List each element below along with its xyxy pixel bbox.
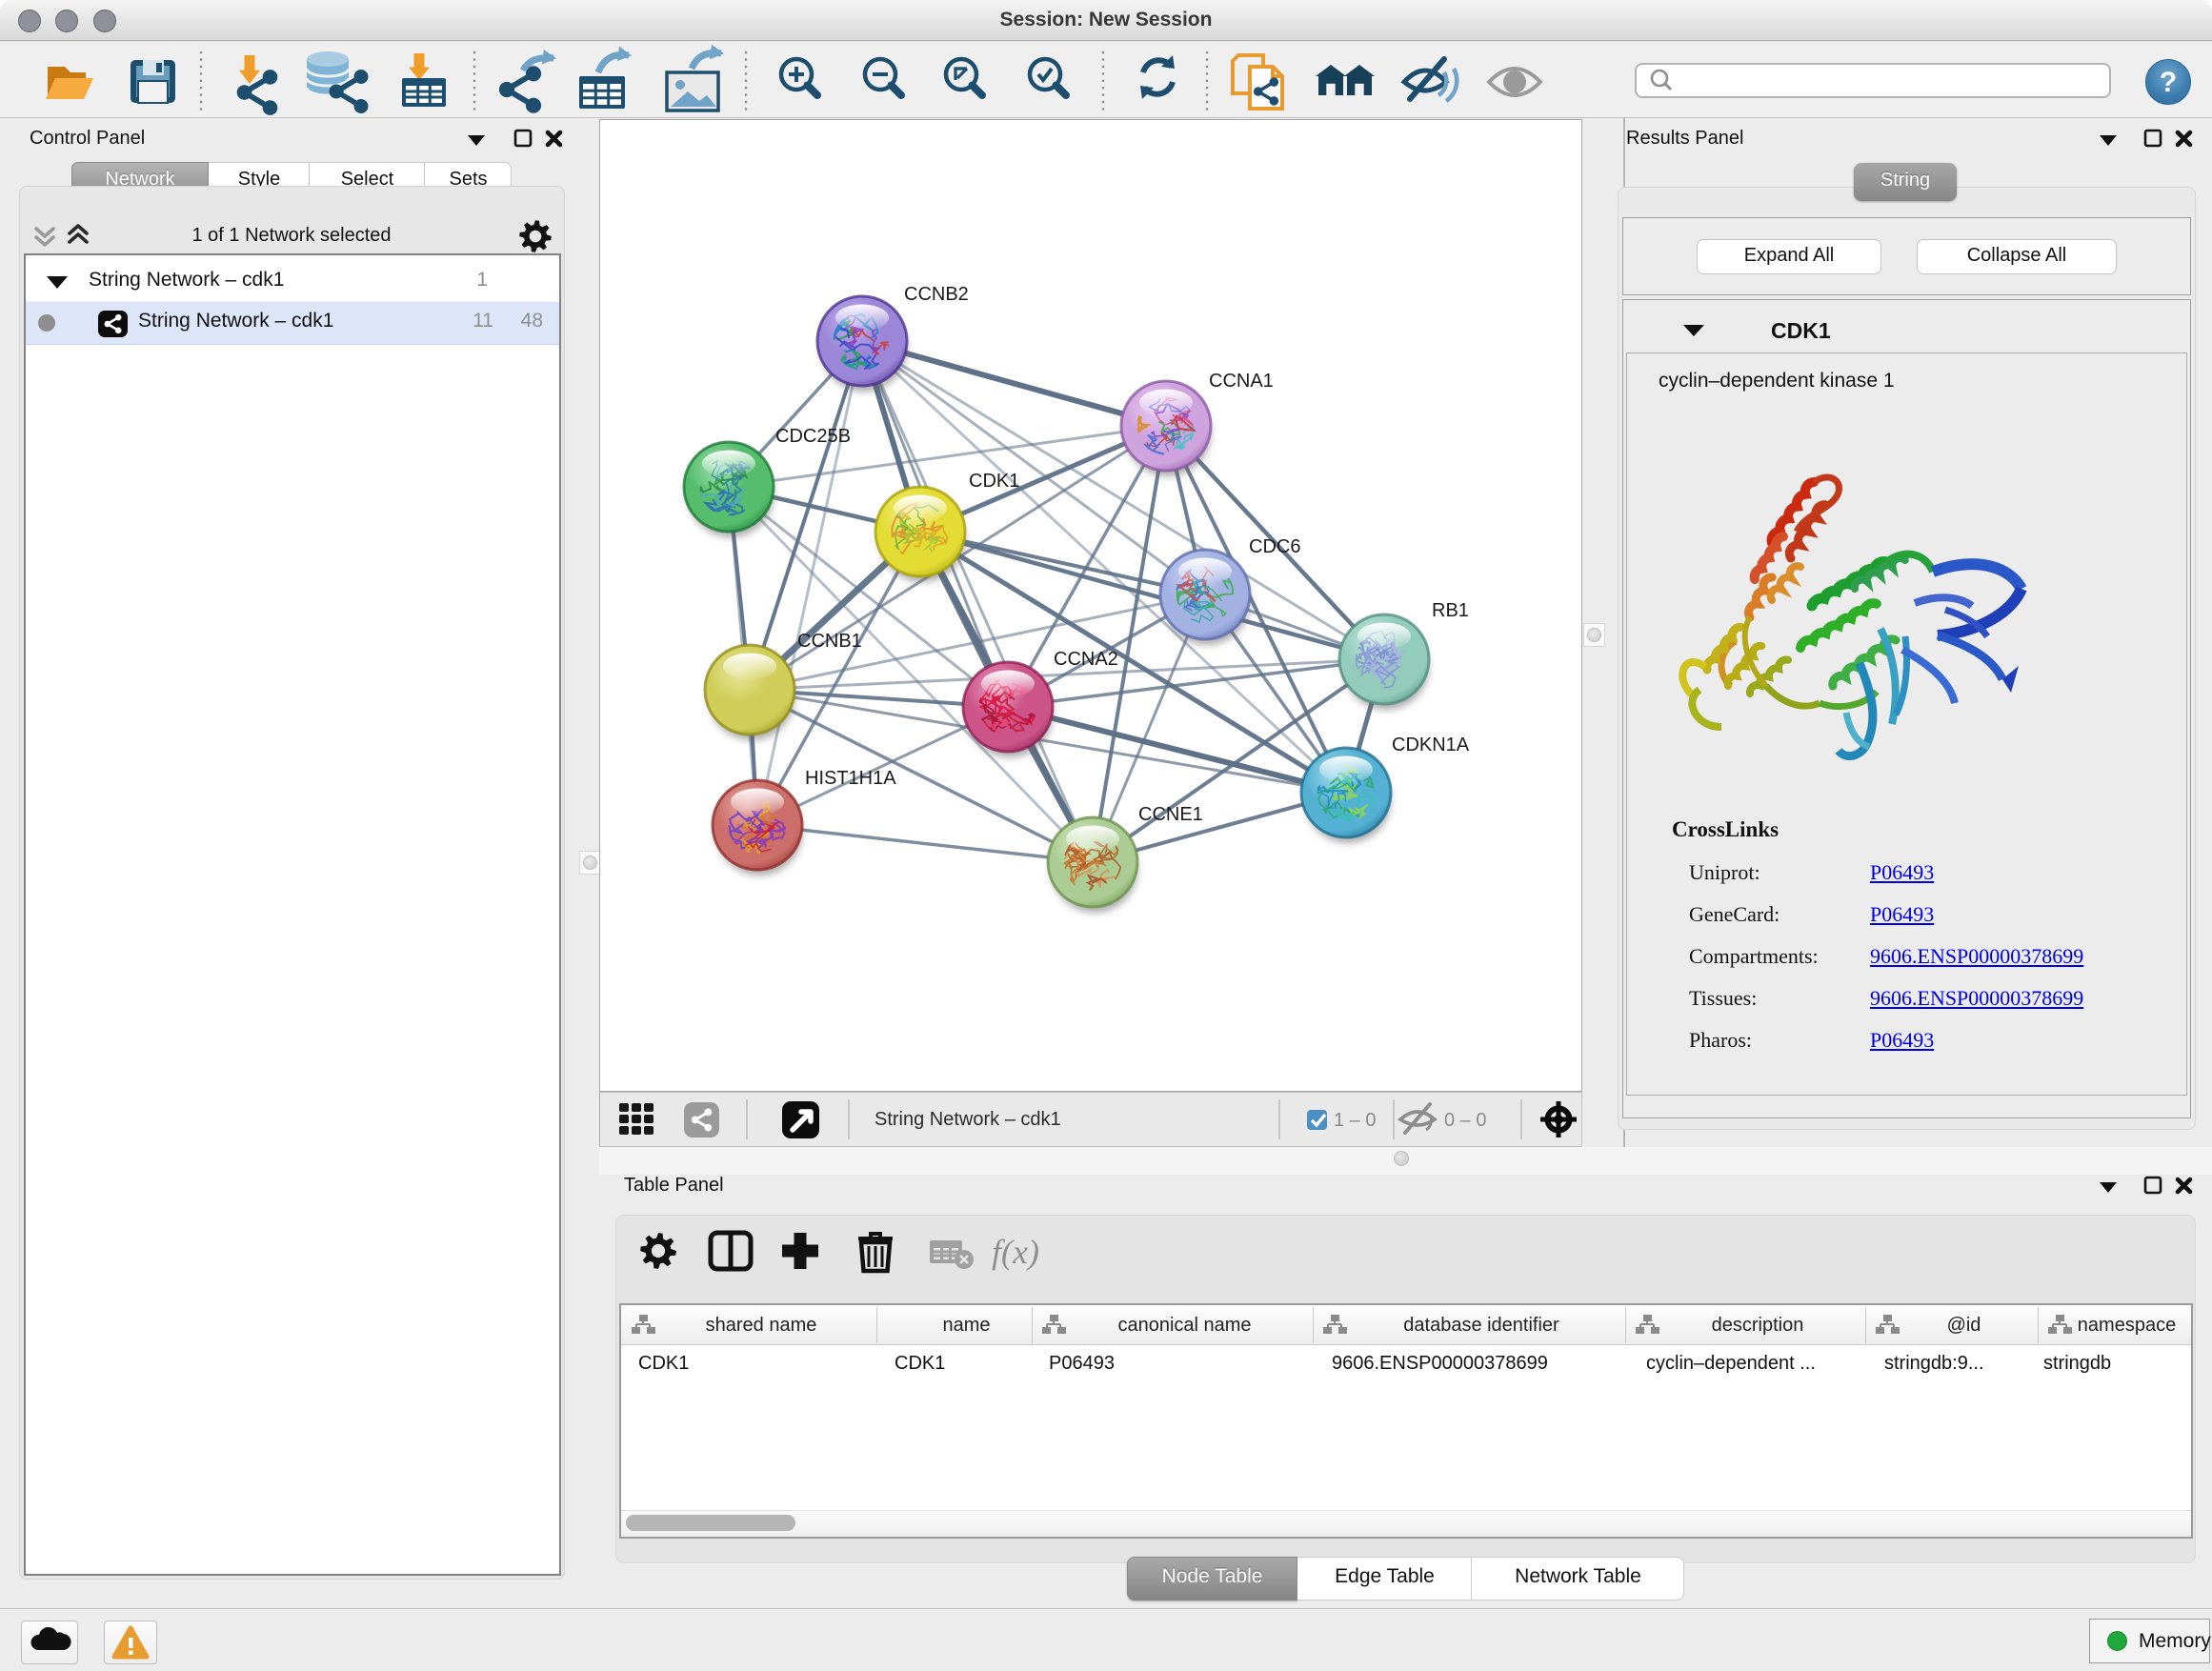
svg-text:CCNA1: CCNA1 xyxy=(1209,371,1274,392)
svg-text:CCNB2: CCNB2 xyxy=(904,284,969,305)
svg-text:CCNE1: CCNE1 xyxy=(1138,804,1203,825)
svg-text:CDK1: CDK1 xyxy=(969,471,1019,492)
svg-text:CDC6: CDC6 xyxy=(1249,536,1300,557)
svg-text:HIST1H1A: HIST1H1A xyxy=(805,768,896,789)
svg-text:CCNA2: CCNA2 xyxy=(1054,649,1118,670)
svg-text:RB1: RB1 xyxy=(1432,600,1469,621)
svg-text:CCNB1: CCNB1 xyxy=(797,631,862,652)
svg-text:CDKN1A: CDKN1A xyxy=(1392,735,1470,755)
svg-text:f(x): f(x) xyxy=(992,1233,1039,1271)
svg-text:CDC25B: CDC25B xyxy=(775,426,851,447)
